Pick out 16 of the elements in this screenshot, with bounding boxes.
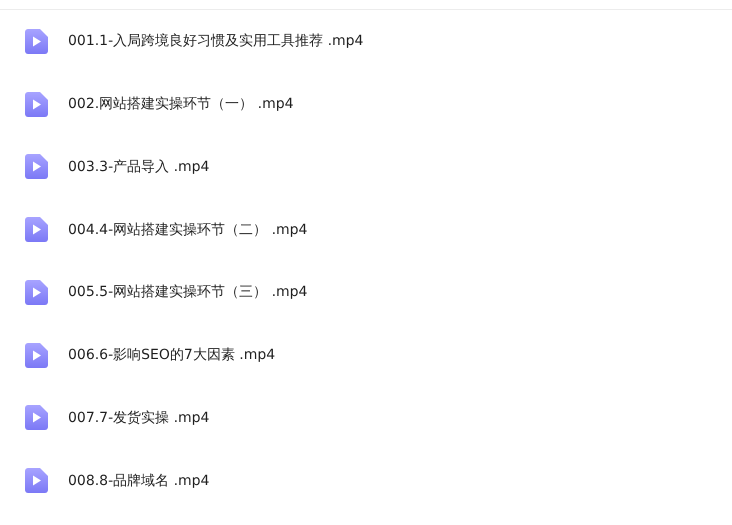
file-name[interactable]: 008.8-品牌域名 .mp4 [68,472,210,490]
video-file-icon [25,280,48,305]
video-file-icon [25,92,48,117]
file-name[interactable]: 007.7-发货实操 .mp4 [68,408,210,427]
file-name[interactable]: 003.3-产品导入 .mp4 [68,158,210,176]
video-file-icon [25,217,48,242]
file-name[interactable]: 004.4-网站搭建实操环节（二） .mp4 [68,220,308,239]
video-file-icon [25,28,48,54]
video-file-icon [25,342,48,368]
file-name[interactable]: 002.网站搭建实操环节（一） .mp4 [68,95,294,114]
video-file-icon [25,468,48,494]
video-file-icon [25,154,48,180]
video-file-icon [25,405,48,430]
file-name[interactable]: 001.1-入局跨境良好习惯及实用工具推荐 .mp4 [68,32,364,50]
file-name[interactable]: 005.5-网站搭建实操环节（三） .mp4 [68,283,308,302]
file-name[interactable]: 006.6-影响SEO的7大因素 .mp4 [68,346,276,364]
